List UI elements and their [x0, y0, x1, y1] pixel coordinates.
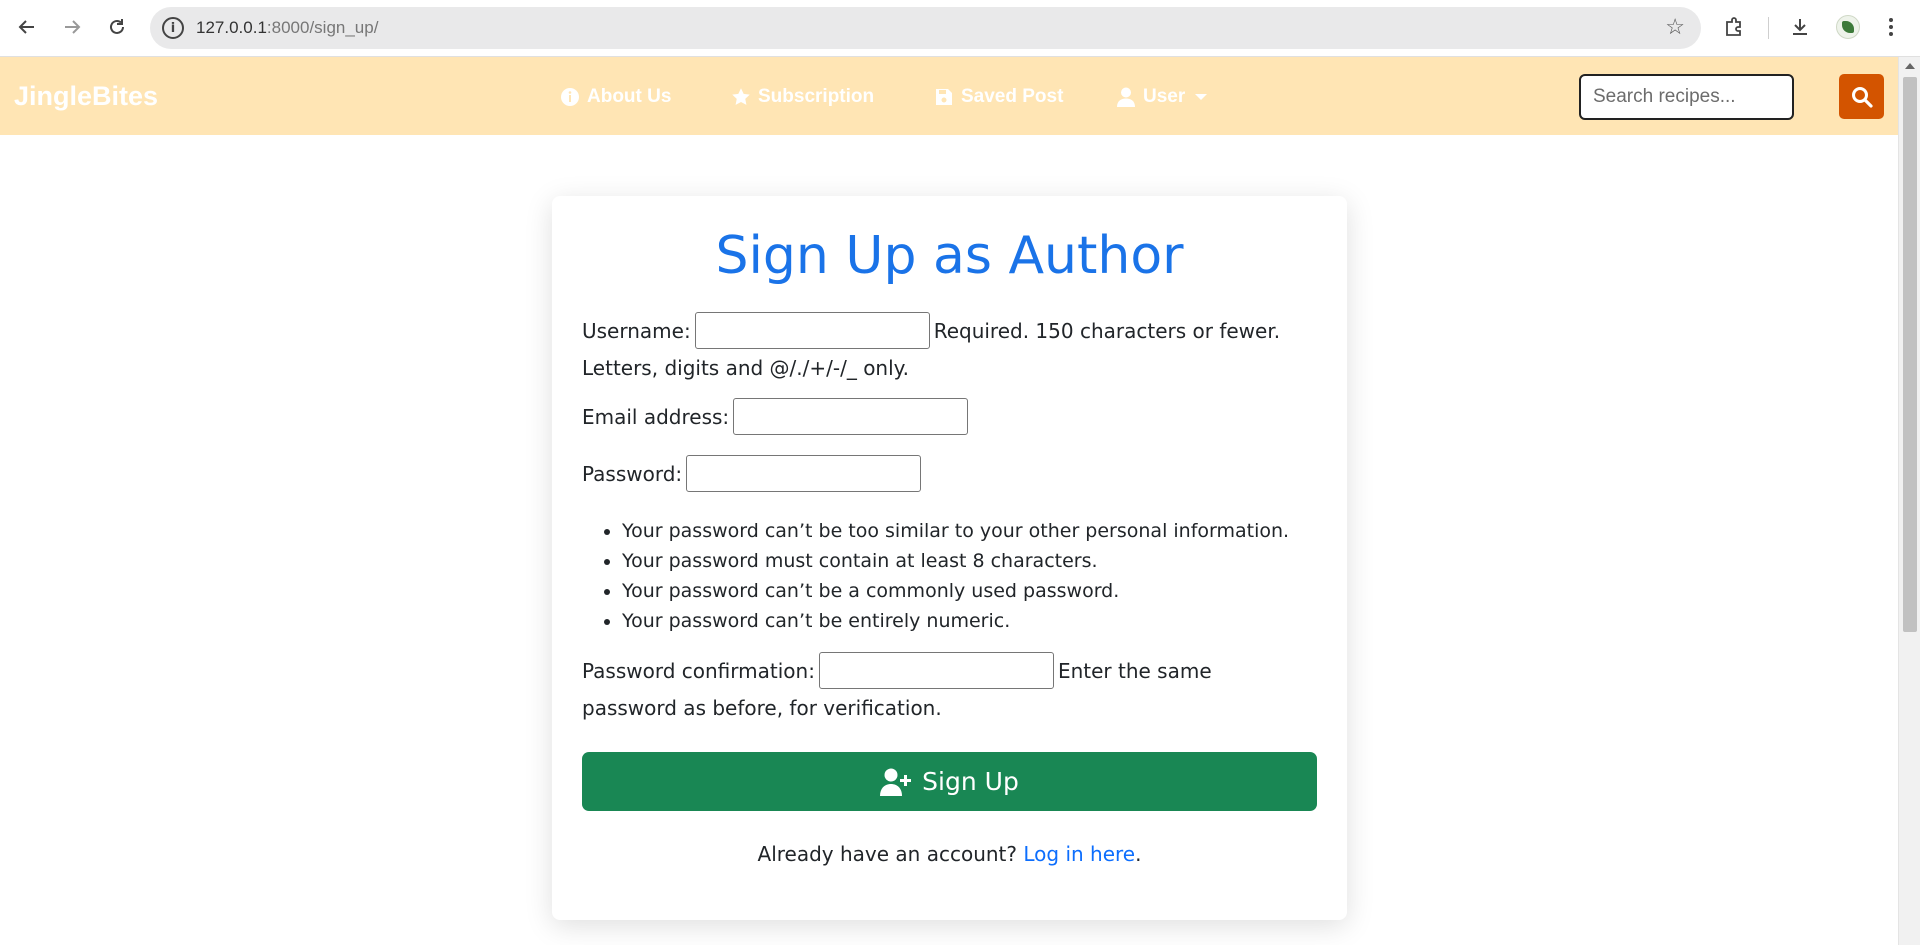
- password-confirm-field[interactable]: [818, 652, 1054, 689]
- signup-card: Sign Up as Author Username: Required. 150…: [552, 196, 1347, 920]
- nav-user-label: User: [1143, 86, 1186, 107]
- download-icon[interactable]: [1789, 12, 1811, 42]
- email-label: Email address:: [582, 405, 730, 429]
- password-confirm-label: Password confirmation:: [582, 659, 815, 683]
- signup-button[interactable]: Sign Up: [582, 752, 1317, 811]
- extensions-icon[interactable]: [1723, 12, 1745, 42]
- nav-about-us-label: About Us: [587, 86, 672, 107]
- info-circle-icon: [560, 87, 580, 107]
- password-confirm-row: Password confirmation: Enter the same pas…: [582, 652, 1312, 725]
- password-row: Password:: [582, 455, 1312, 494]
- forward-icon[interactable]: [57, 12, 87, 42]
- bookmark-star-icon[interactable]: ☆: [1665, 14, 1685, 40]
- login-suffix: .: [1135, 842, 1142, 866]
- nav-saved-post-label: Saved Post: [961, 86, 1064, 107]
- chevron-down-icon: [1195, 94, 1208, 100]
- signup-button-label: Sign Up: [922, 767, 1019, 796]
- star-icon: [731, 87, 751, 107]
- scroll-thumb[interactable]: [1903, 77, 1917, 632]
- site-info-icon[interactable]: i: [162, 17, 184, 39]
- address-bar[interactable]: i 127.0.0.1:8000/sign_up/ ☆: [150, 7, 1701, 49]
- username-row: Username: Required. 150 characters or few…: [582, 312, 1312, 385]
- login-link[interactable]: Log in here: [1023, 842, 1135, 866]
- username-label: Username:: [582, 319, 691, 343]
- search-icon: [1851, 86, 1873, 108]
- nav-about-us[interactable]: About Us: [560, 86, 671, 108]
- email-field[interactable]: [733, 398, 969, 435]
- password-help-list: Your password can’t be too similar to yo…: [622, 516, 1302, 636]
- password-field[interactable]: [686, 455, 922, 492]
- toolbar-divider: [1768, 17, 1769, 39]
- url-text[interactable]: 127.0.0.1:8000/sign_up/: [196, 18, 378, 38]
- profile-avatar[interactable]: [1836, 12, 1860, 42]
- back-icon[interactable]: [12, 12, 42, 42]
- nav-saved-post[interactable]: Saved Post: [934, 86, 1063, 108]
- nav-user-dropdown[interactable]: User: [1116, 86, 1208, 108]
- email-row: Email address:: [582, 398, 1312, 437]
- username-field[interactable]: [694, 312, 930, 349]
- login-prompt-text: Already have an account?: [757, 842, 1017, 866]
- page-title: Sign Up as Author: [715, 226, 1184, 286]
- list-item: Your password can’t be a commonly used p…: [622, 576, 1302, 606]
- search-input[interactable]: [1579, 74, 1794, 120]
- site-navbar: JingleBites About Us Subscription Saved …: [0, 57, 1898, 135]
- page-scrollbar[interactable]: [1898, 57, 1920, 945]
- list-item: Your password can’t be entirely numeric.: [622, 606, 1302, 636]
- search-button[interactable]: [1839, 74, 1884, 119]
- user-plus-icon: [880, 768, 912, 796]
- browser-toolbar: i 127.0.0.1:8000/sign_up/ ☆: [0, 0, 1920, 57]
- brand-logo[interactable]: JingleBites: [14, 81, 158, 112]
- scroll-up-arrow-icon[interactable]: [1905, 63, 1915, 69]
- login-prompt: Already have an account? Log in here.: [552, 842, 1347, 866]
- list-item: Your password can’t be too similar to yo…: [622, 516, 1302, 546]
- nav-subscription-label: Subscription: [758, 86, 875, 107]
- password-label: Password:: [582, 462, 683, 486]
- reload-icon[interactable]: [102, 12, 132, 42]
- save-icon: [934, 87, 954, 107]
- user-icon: [1116, 87, 1136, 107]
- menu-dots-icon[interactable]: [1881, 12, 1901, 42]
- nav-subscription[interactable]: Subscription: [731, 86, 874, 108]
- list-item: Your password must contain at least 8 ch…: [622, 546, 1302, 576]
